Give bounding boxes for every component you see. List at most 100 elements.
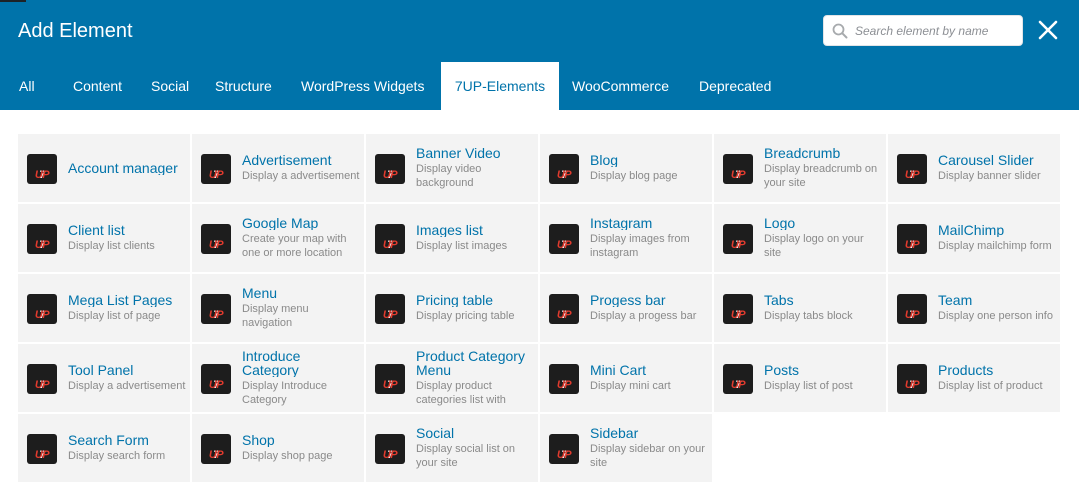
element-card-products[interactable]: 7 UP Products Display list of product: [888, 344, 1060, 412]
element-card-tool-panel[interactable]: 7 UP Tool Panel Display a advertisement: [18, 344, 190, 412]
tab-wordpress-widgets[interactable]: WordPress Widgets: [289, 62, 436, 110]
element-card-mini-cart[interactable]: 7 UP Mini Cart Display mini cart: [540, 344, 712, 412]
element-name: Introduce Category: [242, 349, 301, 377]
element-text: Team Display one person info: [938, 274, 1056, 342]
element-text: Breadcrumb Display breadcrumb on your sit…: [764, 134, 882, 202]
element-name: Blog: [590, 153, 619, 167]
element-description: Display images from instagram: [590, 233, 690, 259]
tab-7up-elements[interactable]: 7UP-Elements: [441, 62, 559, 110]
element-description: Display shop page: [242, 450, 333, 462]
element-card-product-category-menu[interactable]: 7 UP Product Category Menu Display product …: [366, 344, 538, 412]
7up-logo-icon: 7 UP: [375, 224, 405, 254]
element-card-account-manager[interactable]: 7 UP Account manager: [18, 134, 190, 202]
element-name: Google Map: [242, 216, 319, 230]
element-description: Display social list on your site: [416, 443, 516, 469]
7up-logo-icon: 7 UP: [549, 434, 579, 464]
element-description: Display a advertisement: [242, 170, 360, 182]
element-card-progess-bar[interactable]: 7 UP Progess bar Display a progess bar: [540, 274, 712, 342]
7up-logo-icon: 7 UP: [723, 154, 753, 184]
element-name: Mega List Pages: [68, 293, 173, 307]
element-card-advertisement[interactable]: 7 UP Advertisement Display a advertisement: [192, 134, 364, 202]
element-card-google-map[interactable]: 7 UP Google Map Create your map with one or…: [192, 204, 364, 272]
element-name: Menu: [242, 286, 278, 300]
element-name: Sidebar: [590, 426, 639, 440]
element-description: Display list of page: [68, 310, 161, 322]
element-description: Display video background: [416, 163, 482, 189]
element-name: Carousel Slider: [938, 153, 1034, 167]
element-card-tabs[interactable]: 7 UP Tabs Display tabs block: [714, 274, 886, 342]
element-name: Images list: [416, 223, 483, 237]
element-card-social[interactable]: 7 UP Social Display social list on your sit…: [366, 414, 538, 482]
tab-woocommerce[interactable]: WooCommerce: [560, 62, 681, 110]
element-text: Mega List Pages Display list of page: [68, 274, 186, 342]
element-card-team[interactable]: 7 UP Team Display one person info: [888, 274, 1060, 342]
element-card-search-form[interactable]: 7 UP Search Form Display search form: [18, 414, 190, 482]
element-name: Banner Video: [416, 146, 501, 160]
element-grid: 7 UP Account manager 7 UP Advertisement Displa…: [18, 134, 1061, 484]
search-input[interactable]: [855, 17, 1015, 44]
element-description: Display search form: [68, 450, 166, 462]
close-icon[interactable]: [1037, 19, 1059, 41]
tab-social[interactable]: Social: [139, 62, 201, 110]
element-card-mega-list-pages[interactable]: 7 UP Mega List Pages Display list of page: [18, 274, 190, 342]
7up-logo-icon: 7 UP: [27, 224, 57, 254]
element-card-blog[interactable]: 7 UP Blog Display blog page: [540, 134, 712, 202]
element-card-pricing-table[interactable]: 7 UP Pricing table Display pricing table: [366, 274, 538, 342]
element-card-carousel-slider[interactable]: 7 UP Carousel Slider Display banner slider: [888, 134, 1060, 202]
element-card-client-list[interactable]: 7 UP Client list Display list clients: [18, 204, 190, 272]
7up-logo-icon: 7 UP: [549, 294, 579, 324]
7up-logo-icon: 7 UP: [897, 364, 927, 394]
tab-content[interactable]: Content: [61, 62, 134, 110]
element-name: Shop: [242, 433, 275, 447]
7up-logo-icon: 7 UP: [27, 364, 57, 394]
element-description: Display Introduce Category: [242, 380, 327, 406]
element-text: Search Form Display search form: [68, 414, 186, 482]
7up-logo-icon: 7 UP: [549, 154, 579, 184]
element-description: Display product categories list with ico…: [416, 380, 506, 406]
element-text: Logo Display logo on your site: [764, 204, 882, 272]
element-name: Client list: [68, 223, 125, 237]
element-text: Mini Cart Display mini cart: [590, 344, 708, 412]
element-card-posts[interactable]: 7 UP Posts Display list of post: [714, 344, 886, 412]
element-card-shop[interactable]: 7 UP Shop Display shop page: [192, 414, 364, 482]
element-text: Progess bar Display a progess bar: [590, 274, 708, 342]
element-card-sidebar[interactable]: 7 UP Sidebar Display sidebar on your site: [540, 414, 712, 482]
element-card-mailchimp[interactable]: 7 UP MailChimp Display mailchimp form: [888, 204, 1060, 272]
element-name: Pricing table: [416, 293, 494, 307]
element-description: Display list of product: [938, 380, 1043, 392]
element-card-banner-video[interactable]: 7 UP Banner Video Display video background: [366, 134, 538, 202]
7up-logo-icon: 7 UP: [723, 294, 753, 324]
element-text: Sidebar Display sidebar on your site: [590, 414, 708, 482]
search-box[interactable]: [823, 15, 1023, 46]
7up-logo-icon: 7 UP: [375, 294, 405, 324]
element-card-introduce-category[interactable]: 7 UP Introduce Category Display Introduce C…: [192, 344, 364, 412]
element-text: Product Category Menu Display product cat…: [416, 344, 534, 412]
tab-deprecated[interactable]: Deprecated: [687, 62, 783, 110]
element-name: Account manager: [68, 161, 178, 175]
element-name: MailChimp: [938, 223, 1005, 237]
element-name: Logo: [764, 216, 796, 230]
7up-logo-icon: 7 UP: [897, 294, 927, 324]
element-description: Display blog page: [590, 170, 678, 182]
element-description: Display mailchimp form: [938, 240, 1052, 252]
element-description: Display a progess bar: [590, 310, 697, 322]
tab-structure[interactable]: Structure: [203, 62, 284, 110]
element-name: Posts: [764, 363, 800, 377]
element-card-instagram[interactable]: 7 UP Instagram Display images from instagra…: [540, 204, 712, 272]
element-card-breadcrumb[interactable]: 7 UP Breadcrumb Display breadcrumb on your …: [714, 134, 886, 202]
element-name: Progess bar: [590, 293, 666, 307]
element-text: Tabs Display tabs block: [764, 274, 882, 342]
element-text: Advertisement Display a advertisement: [242, 134, 360, 202]
element-card-logo[interactable]: 7 UP Logo Display logo on your site: [714, 204, 886, 272]
element-description: Display sidebar on your site: [590, 443, 705, 469]
element-text: Instagram Display images from instagram: [590, 204, 708, 272]
element-card-images-list[interactable]: 7 UP Images list Display list images: [366, 204, 538, 272]
element-text: Menu Display menu navigation: [242, 274, 360, 342]
element-description: Display pricing table: [416, 310, 515, 322]
element-name: Social: [416, 426, 455, 440]
7up-logo-icon: 7 UP: [375, 364, 405, 394]
element-description: Display list images: [416, 240, 508, 252]
tab-all[interactable]: All: [7, 62, 47, 110]
element-card-menu[interactable]: 7 UP Menu Display menu navigation: [192, 274, 364, 342]
element-description: Display list of post: [764, 380, 853, 392]
